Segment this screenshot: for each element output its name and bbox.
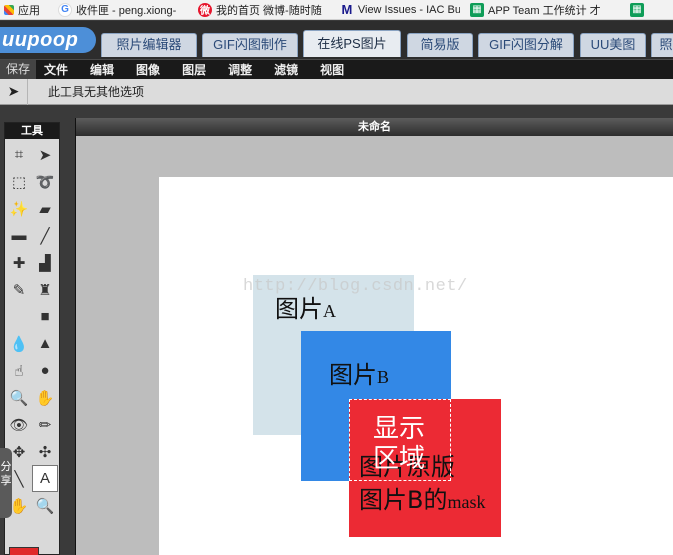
- menu-filter[interactable]: 滤镜: [274, 61, 298, 78]
- app-tab-bar: uupoop 照片编辑器 GIF闪图制作 在线PS图片 简易版 GIF闪图分解 …: [0, 21, 673, 59]
- eraser-icon[interactable]: ▰: [32, 195, 58, 222]
- sponge-icon[interactable]: ●: [32, 357, 58, 384]
- gradient-icon[interactable]: ▬: [6, 222, 32, 249]
- bookmarks-bar: 应用 G 收件匣 - peng.xiong- 微我的首页 微博-随时随 M View Is…: [0, 0, 673, 20]
- bookmark-label: 应用: [18, 4, 40, 17]
- shape-icon[interactable]: ■: [32, 303, 58, 330]
- bookmark-item[interactable]: M View Issues - IAC Bu: [336, 0, 466, 19]
- tab-photo-editor[interactable]: 照片编辑器: [101, 33, 197, 57]
- document-title: 未命名: [76, 118, 673, 136]
- pencil-icon[interactable]: ✎: [6, 276, 32, 303]
- sheet-icon: ▦: [470, 2, 484, 17]
- burn-icon[interactable]: ✏: [32, 411, 58, 438]
- foreground-color-swatch[interactable]: [9, 547, 39, 555]
- display-area-label: 显示 区域: [373, 414, 426, 474]
- drop-icon[interactable]: 💧: [6, 330, 32, 357]
- watermark-text: http://blog.csdn.net/: [243, 277, 468, 296]
- menu-edit[interactable]: 编辑: [90, 61, 114, 78]
- zoom-tool-icon[interactable]: 🔍: [6, 384, 32, 411]
- bookmark-item[interactable]: 应用: [0, 0, 54, 19]
- options-message: 此工具无其他选项: [48, 85, 145, 99]
- tool-options-bar: ➤ 此工具无其他选项: [0, 78, 673, 105]
- blank-icon: [6, 303, 32, 330]
- weibo-icon: 微: [198, 2, 212, 17]
- smudge-icon[interactable]: ☝: [6, 357, 32, 384]
- bookmark-label: 收件匣 - peng.xiong-: [76, 4, 177, 17]
- app-logo[interactable]: uupoop: [0, 27, 96, 53]
- bookmark-item[interactable]: G 收件匣 - peng.xiong-: [54, 0, 194, 19]
- bookmark-label: APP Team 工作统计 才: [488, 4, 601, 17]
- tab-gif-maker[interactable]: GIF闪图制作: [202, 33, 298, 57]
- image-canvas[interactable]: 图片A 图片B 图片原版 图片B的mask 显示 区域 http://blog.c…: [159, 177, 673, 555]
- text-tool-icon[interactable]: A: [32, 465, 58, 492]
- google-icon: G: [58, 2, 72, 17]
- menu-layer[interactable]: 图层: [182, 61, 206, 78]
- crop-icon[interactable]: ⌗: [6, 141, 32, 168]
- bookmark-label: 我的首页 微博-随时随: [216, 4, 322, 17]
- mask-label-line2: 图片B的mask: [359, 486, 486, 514]
- tools-panel: 工具 ⌗ ➤ ⬚ ➰ ✨ ▰ ▬ ╱ ✚ ▟ ✎ ♜ ■ 💧 ▲ ☝ ● 🔍 ✋ 👁 ✏ ✥ ✣ ╲ A ✋ 🔍: [4, 122, 60, 555]
- magic-wand-icon[interactable]: ✨: [6, 195, 32, 222]
- stamp-icon[interactable]: ♜: [32, 276, 58, 303]
- spot-heal-icon[interactable]: ✚: [6, 249, 32, 276]
- move-icon[interactable]: ➤: [32, 141, 58, 168]
- red-eye-icon[interactable]: 👁: [6, 411, 32, 438]
- menu-adjust[interactable]: 调整: [228, 61, 252, 78]
- brush-icon[interactable]: ╱: [32, 222, 58, 249]
- bookmark-item[interactable]: ▦: [626, 0, 666, 19]
- bookmark-item[interactable]: 微我的首页 微博-随时随: [194, 0, 336, 19]
- tools-panel-title: 工具: [5, 123, 59, 139]
- pinch-icon[interactable]: ✣: [32, 438, 58, 465]
- tools-grid: ⌗ ➤ ⬚ ➰ ✨ ▰ ▬ ╱ ✚ ▟ ✎ ♜ ■ 💧 ▲ ☝ ● 🔍 ✋ 👁 ✏ ✥ ✣ ╲ A ✋ 🔍: [5, 139, 59, 521]
- tab-gif-split[interactable]: GIF闪图分解: [478, 33, 574, 57]
- tab-simple-version[interactable]: 简易版: [407, 33, 473, 57]
- move-tool-icon: ➤: [0, 78, 28, 105]
- bookmark-label: View Issues - IAC Bu: [357, 3, 460, 16]
- apps-icon: [4, 4, 14, 15]
- menu-bar: 保存 文件 编辑 图像 图层 调整 滤镜 视图: [0, 59, 673, 79]
- tab-uu-meitu[interactable]: UU美图: [580, 33, 646, 57]
- paint-bucket-icon[interactable]: ▟: [32, 249, 58, 276]
- lasso-icon[interactable]: ➰: [32, 168, 58, 195]
- bookmark-item[interactable]: ▦ APP Team 工作统计 才: [466, 0, 626, 19]
- document-window: 未命名 图片A 图片B 图片原版 图片B的mask 显示 区域 http://bl…: [75, 118, 673, 555]
- share-button[interactable]: 分享: [0, 448, 12, 518]
- dodge-icon[interactable]: ✋: [32, 384, 58, 411]
- marquee-icon[interactable]: ⬚: [6, 168, 32, 195]
- sharpen-icon[interactable]: ▲: [32, 330, 58, 357]
- menu-image[interactable]: 图像: [136, 61, 160, 78]
- tab-photo-more[interactable]: 照: [651, 33, 673, 57]
- tab-online-ps[interactable]: 在线PS图片: [303, 30, 401, 57]
- menu-file[interactable]: 文件: [44, 61, 68, 78]
- layer-b-label: 图片B: [329, 361, 390, 389]
- zoom-icon[interactable]: 🔍: [32, 492, 58, 519]
- menu-view[interactable]: 视图: [320, 61, 344, 78]
- m-icon: M: [341, 2, 353, 17]
- save-menu[interactable]: 保存: [0, 60, 37, 79]
- sheet-icon: ▦: [630, 2, 644, 17]
